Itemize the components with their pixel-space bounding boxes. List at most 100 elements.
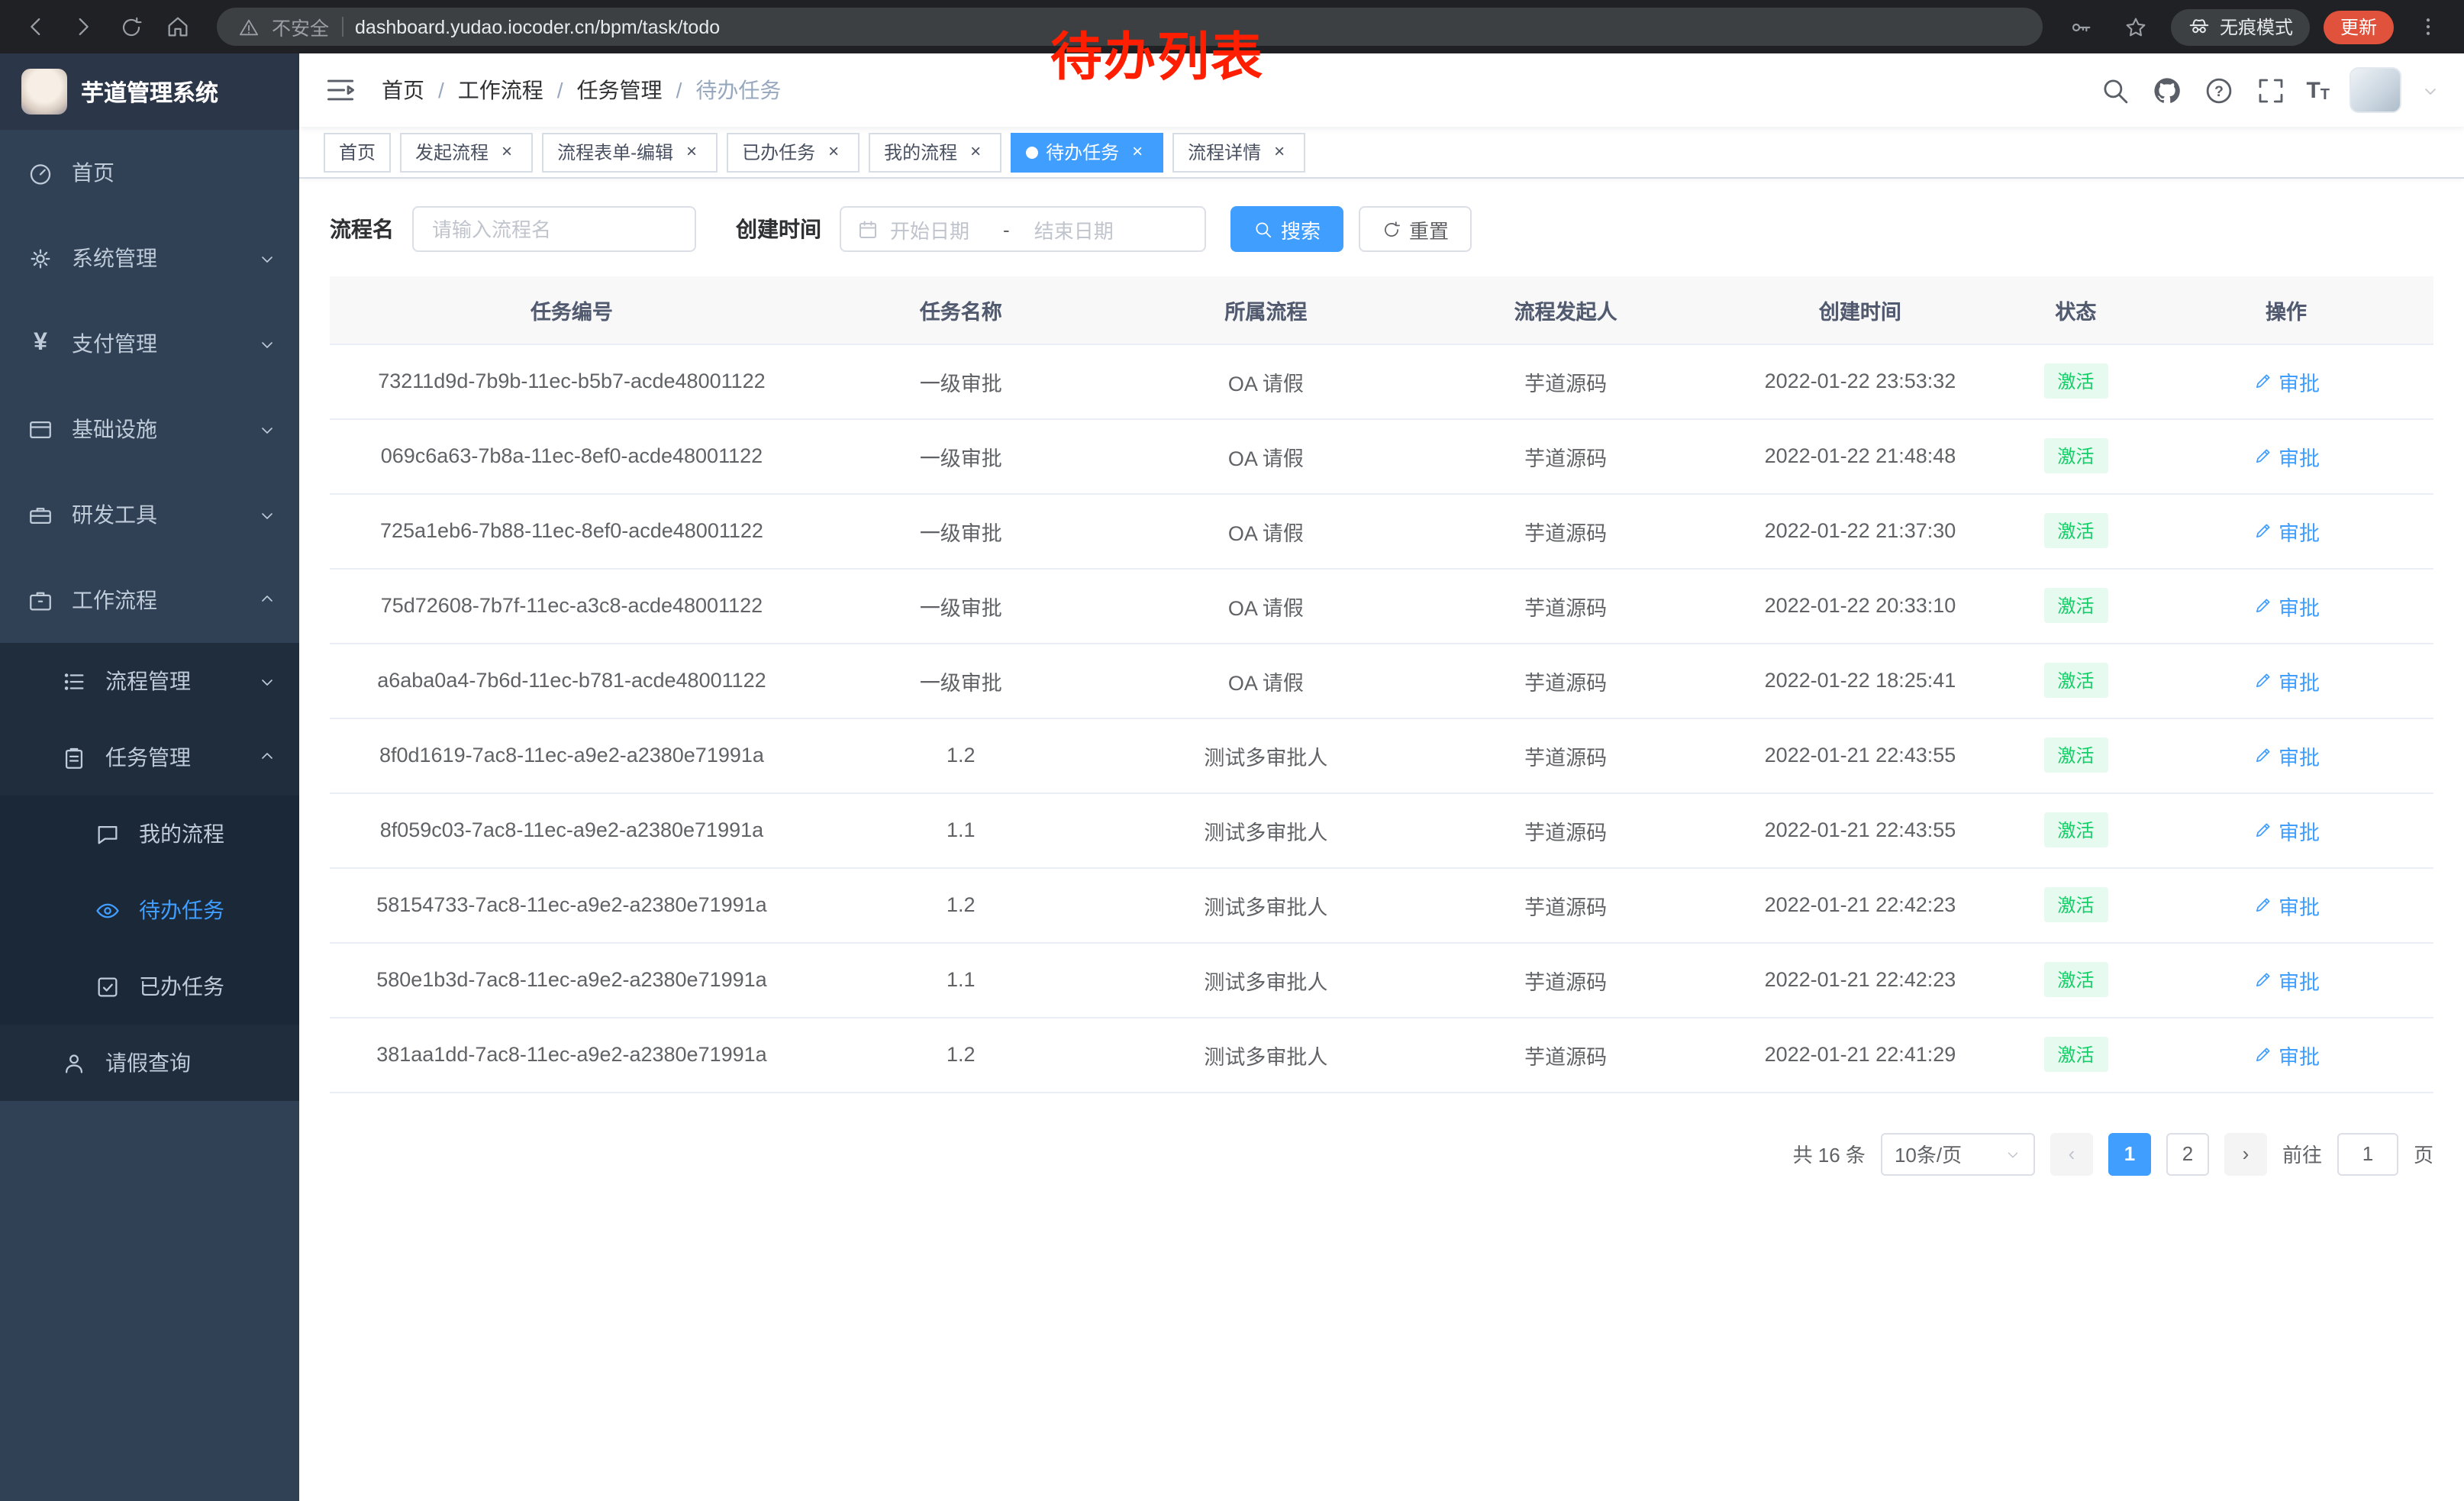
reload-icon[interactable] (110, 6, 151, 47)
back-icon[interactable] (15, 6, 56, 47)
pen-icon (2253, 745, 2272, 765)
approve-link[interactable]: 审批 (2253, 590, 2320, 621)
cell-task-id: 381aa1dd-7ac8-11ec-a9e2-a2380e71991a (330, 1017, 814, 1092)
sidebar-item-my-process[interactable]: 我的流程 (0, 796, 299, 872)
sidebar-item-todo-tasks[interactable]: 待办任务 (0, 872, 299, 948)
approve-link[interactable]: 审批 (2253, 740, 2320, 770)
svg-text:?: ? (2214, 83, 2224, 99)
sidebar-item-devtools[interactable]: 研发工具 (0, 472, 299, 557)
pen-icon (2253, 371, 2272, 391)
approve-link[interactable]: 审批 (2253, 441, 2320, 471)
date-range-picker[interactable]: 开始日期 - 结束日期 (840, 206, 1206, 252)
tab-label: 我的流程 (884, 139, 957, 165)
incognito-badge: 无痕模式 (2171, 8, 2310, 45)
reset-button[interactable]: 重置 (1359, 206, 1472, 252)
search-button[interactable]: 搜索 (1230, 206, 1343, 252)
cell-action: 审批 (2139, 344, 2433, 418)
menu-dots-icon[interactable] (2408, 6, 2449, 47)
approve-link[interactable]: 审批 (2253, 964, 2320, 995)
sidebar-item-label: 任务管理 (105, 742, 191, 773)
cell-status: 激活 (2013, 1017, 2139, 1092)
table-row: 069c6a63-7b8a-11ec-8ef0-acde48001122 一级审… (330, 418, 2433, 493)
status-badge: 激活 (2043, 887, 2108, 922)
cell-create-time: 2022-01-21 22:42:23 (1708, 942, 2013, 1017)
home-icon[interactable] (157, 6, 198, 47)
approve-link[interactable]: 审批 (2253, 366, 2320, 396)
goto-page-input[interactable] (2337, 1132, 2398, 1175)
cell-starter: 芋道源码 (1424, 1017, 1708, 1092)
cell-process: 测试多审批人 (1108, 1017, 1424, 1092)
logo-avatar (21, 69, 67, 115)
tab-my-process[interactable]: 我的流程 × (869, 132, 1001, 172)
sidebar-item-workflow[interactable]: 工作流程 (0, 557, 299, 643)
search-icon (1253, 219, 1273, 239)
sidebar-item-leave-query[interactable]: 请假查询 (0, 1025, 299, 1101)
pagination: 共 16 条 10条/页 ‹ 1 2 › 前往 页 (330, 1132, 2433, 1175)
close-icon[interactable]: × (681, 141, 702, 163)
hamburger-icon[interactable] (324, 73, 357, 107)
close-icon[interactable]: × (1269, 141, 1290, 163)
total-count: 共 16 条 (1793, 1139, 1866, 1168)
address-bar[interactable]: 不安全 dashboard.yudao.iocoder.cn/bpm/task/… (217, 8, 2043, 46)
bookmark-star-icon[interactable] (2116, 6, 2157, 47)
user-avatar[interactable] (2350, 67, 2401, 113)
approve-link[interactable]: 审批 (2253, 889, 2320, 920)
page-button-1[interactable]: 1 (2108, 1132, 2151, 1175)
approve-link[interactable]: 审批 (2253, 1039, 2320, 1070)
sidebar-item-infrastructure[interactable]: 基础设施 (0, 386, 299, 472)
cell-task-name: 1.1 (814, 942, 1108, 1017)
page-size-select[interactable]: 10条/页 (1881, 1132, 2035, 1175)
help-icon[interactable]: ? (2202, 74, 2234, 106)
search-icon[interactable] (2098, 74, 2130, 106)
tab-todo-tasks[interactable]: 待办任务× (1011, 132, 1163, 172)
process-name-input[interactable] (412, 206, 696, 252)
close-icon[interactable]: × (823, 141, 844, 163)
cell-task-id: 75d72608-7b7f-11ec-a3c8-acde48001122 (330, 568, 814, 643)
font-size-icon[interactable]: TT (2306, 77, 2330, 103)
key-icon[interactable] (2061, 6, 2102, 47)
close-icon[interactable]: × (496, 141, 518, 163)
sidebar-item-system[interactable]: 系统管理 (0, 215, 299, 301)
next-page-button[interactable]: › (2224, 1132, 2267, 1175)
approve-link[interactable]: 审批 (2253, 665, 2320, 696)
tab-form-edit[interactable]: 流程表单-编辑× (542, 132, 718, 172)
task-table: 任务编号 任务名称 所属流程 流程发起人 创建时间 状态 操作 73211d9d… (330, 276, 2433, 1093)
breadcrumb-home[interactable]: 首页 (382, 75, 424, 105)
approve-link-label: 审批 (2279, 1039, 2320, 1070)
update-button[interactable]: 更新 (2324, 10, 2394, 44)
close-icon[interactable]: × (965, 141, 986, 163)
sidebar-item-task-management[interactable]: 任务管理 (0, 719, 299, 796)
cell-status: 激活 (2013, 643, 2139, 718)
cell-task-id: 725a1eb6-7b88-11ec-8ef0-acde48001122 (330, 493, 814, 568)
cell-status: 激活 (2013, 718, 2139, 792)
forward-icon[interactable] (63, 6, 104, 47)
person-icon (61, 1050, 87, 1076)
sidebar-item-home[interactable]: 首页 (0, 130, 299, 215)
avatar-caret-icon[interactable] (2421, 81, 2440, 99)
sidebar-item-done-tasks[interactable]: 已办任务 (0, 948, 299, 1025)
cell-task-id: 58154733-7ac8-11ec-a9e2-a2380e71991a (330, 867, 814, 942)
status-badge: 激活 (2043, 812, 2108, 847)
breadcrumb-task-management[interactable]: 任务管理 (577, 75, 663, 105)
fullscreen-icon[interactable] (2254, 74, 2286, 106)
cell-process: 测试多审批人 (1108, 718, 1424, 792)
cell-task-id: a6aba0a4-7b6d-11ec-b781-acde48001122 (330, 643, 814, 718)
sidebar-logo[interactable]: 芋道管理系统 (0, 53, 299, 130)
approve-link[interactable]: 审批 (2253, 515, 2320, 546)
prev-page-button[interactable]: ‹ (2050, 1132, 2093, 1175)
goto-label: 前往 (2282, 1139, 2322, 1168)
tab-home[interactable]: 首页 (324, 132, 391, 172)
approve-link[interactable]: 审批 (2253, 815, 2320, 845)
sidebar-item-payment[interactable]: ¥ 支付管理 (0, 301, 299, 386)
sidebar-item-process-management[interactable]: 流程管理 (0, 643, 299, 719)
page-button-2[interactable]: 2 (2166, 1132, 2209, 1175)
incognito-label: 无痕模式 (2220, 14, 2293, 40)
tab-process-detail[interactable]: 流程详情× (1172, 132, 1305, 172)
cell-status: 激活 (2013, 867, 2139, 942)
tab-start-process[interactable]: 发起流程× (400, 132, 533, 172)
tab-done-tasks[interactable]: 已办任务× (727, 132, 859, 172)
cell-status: 激活 (2013, 493, 2139, 568)
github-icon[interactable] (2150, 74, 2182, 106)
close-icon[interactable]: × (1127, 141, 1148, 163)
breadcrumb-workflow[interactable]: 工作流程 (458, 75, 543, 105)
